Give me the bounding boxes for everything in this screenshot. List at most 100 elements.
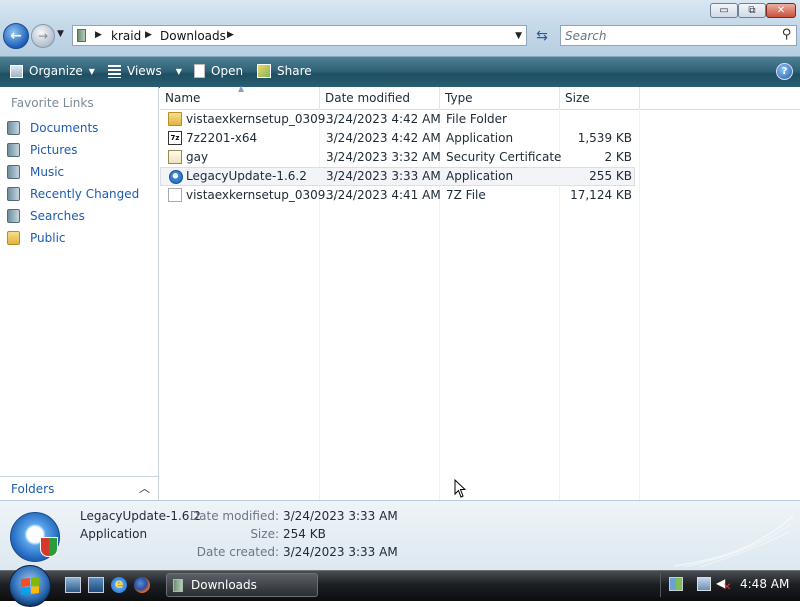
details-file-type: Application bbox=[80, 527, 148, 541]
file-date-modified: 3/24/2023 3:32 AM bbox=[326, 150, 441, 164]
legacy-update-icon bbox=[169, 170, 183, 184]
refresh-icon: ⇆ bbox=[536, 28, 548, 44]
column-header-name[interactable]: ▲ Name bbox=[160, 84, 320, 109]
favorite-link-public[interactable]: Public bbox=[7, 229, 66, 247]
file-type: Security Certificate bbox=[446, 150, 562, 164]
file-size: 255 KB bbox=[589, 169, 632, 183]
address-bar[interactable]: ▶ kraid ▶ Downloads ▶ ▼ bbox=[72, 25, 527, 46]
clock[interactable]: 4:48 AM bbox=[740, 577, 789, 591]
navigation-pane: Favorite Links Documents Pictures Music … bbox=[0, 87, 159, 500]
close-button[interactable]: ✕ bbox=[766, 3, 796, 18]
views-label: Views bbox=[127, 64, 162, 78]
favorite-link-searches[interactable]: Searches bbox=[7, 207, 85, 225]
forward-button[interactable]: → bbox=[31, 24, 55, 48]
file-date-modified: 3/24/2023 4:41 AM bbox=[326, 188, 441, 202]
search-input[interactable] bbox=[565, 28, 765, 43]
details-date-created-label: Date created: bbox=[196, 545, 279, 559]
column-header-label: Type bbox=[445, 91, 473, 105]
help-button[interactable]: ? bbox=[776, 63, 793, 80]
show-desktop-icon[interactable] bbox=[65, 577, 81, 593]
search-box[interactable]: ⚲ bbox=[560, 25, 797, 46]
favorite-link-label: Searches bbox=[30, 209, 85, 223]
internet-explorer-icon[interactable]: e bbox=[111, 577, 127, 593]
file-row[interactable]: gay 3/24/2023 3:32 AM Security Certifica… bbox=[160, 148, 635, 167]
file-type: Application bbox=[446, 131, 514, 145]
favorite-link-recently-changed[interactable]: Recently Changed bbox=[7, 185, 139, 203]
command-bar: Organize ▼ Views ▼ Open Share bbox=[0, 56, 800, 88]
open-file-icon bbox=[194, 64, 205, 78]
chevron-up-icon[interactable]: ︿ bbox=[139, 480, 150, 496]
breadcrumb-separator-icon[interactable]: ▶ bbox=[95, 30, 102, 40]
details-size: 254 KB bbox=[283, 527, 326, 541]
favorite-link-documents[interactable]: Documents bbox=[7, 119, 98, 137]
column-header-label: Date modified bbox=[325, 91, 411, 105]
action-center-flag-icon[interactable] bbox=[669, 577, 683, 591]
start-button[interactable] bbox=[9, 565, 51, 607]
music-icon bbox=[7, 165, 20, 179]
taskbar-button-label: Downloads bbox=[191, 578, 257, 592]
file-name: 7z2201-x64 bbox=[186, 131, 258, 145]
pictures-icon bbox=[7, 143, 20, 157]
favorite-link-pictures[interactable]: Pictures bbox=[7, 141, 78, 159]
breadcrumb-downloads[interactable]: Downloads bbox=[160, 29, 226, 43]
back-button[interactable]: ← bbox=[3, 23, 29, 49]
favorite-link-label: Pictures bbox=[30, 143, 78, 157]
maximize-button[interactable]: ⧉ bbox=[738, 3, 766, 18]
explorer-folder-icon bbox=[173, 579, 183, 592]
column-header-date-modified[interactable]: Date modified bbox=[320, 87, 440, 109]
organize-button[interactable]: Organize ▼ bbox=[10, 64, 95, 78]
file-type: Application bbox=[446, 169, 514, 183]
taskbar-button-downloads[interactable]: Downloads bbox=[166, 573, 318, 597]
search-icon[interactable]: ⚲ bbox=[782, 27, 792, 42]
title-bar: ▭ ⧉ ✕ ← → ▼ ▶ kraid ▶ Downloads ▶ ▼ ⇆ ⚲ bbox=[0, 0, 800, 56]
chevron-down-icon: ▼ bbox=[175, 66, 182, 76]
details-date-modified: 3/24/2023 3:33 AM bbox=[283, 509, 398, 523]
share-button[interactable]: Share bbox=[257, 64, 312, 78]
file-date-modified: 3/24/2023 4:42 AM bbox=[326, 131, 441, 145]
file-row[interactable]: vistaexkernsetup_0309... 3/24/2023 4:42 … bbox=[160, 110, 635, 129]
file-size: 1,539 KB bbox=[577, 131, 632, 145]
file-size: 17,124 KB bbox=[570, 188, 632, 202]
switch-windows-icon[interactable] bbox=[88, 577, 104, 593]
address-dropdown-icon[interactable]: ▼ bbox=[515, 31, 522, 41]
minimize-icon: ▭ bbox=[719, 5, 729, 16]
firefox-icon[interactable] bbox=[134, 577, 150, 593]
views-button[interactable]: Views ▼ bbox=[108, 64, 182, 78]
folders-bar[interactable]: Folders ︿ bbox=[0, 476, 158, 500]
open-label: Open bbox=[211, 64, 244, 78]
details-size-label: Size: bbox=[250, 527, 279, 541]
file-size: 2 KB bbox=[604, 150, 632, 164]
column-divider bbox=[639, 109, 640, 500]
network-icon[interactable] bbox=[697, 577, 711, 591]
column-header-size[interactable]: Size bbox=[560, 87, 640, 109]
certificate-icon bbox=[168, 150, 182, 164]
help-icon: ? bbox=[781, 66, 788, 77]
folder-icon bbox=[77, 29, 86, 42]
file-row-selected[interactable]: LegacyUpdate-1.6.2 3/24/2023 3:33 AM App… bbox=[160, 167, 635, 186]
breadcrumb-separator-icon[interactable]: ▶ bbox=[145, 30, 152, 40]
file-list: ▲ Name Date modified Type Size vistaexke… bbox=[160, 84, 800, 500]
file-name: vistaexkernsetup_0309... bbox=[186, 188, 337, 202]
mute-icon: ✕ bbox=[723, 582, 732, 593]
details-date-created: 3/24/2023 3:33 AM bbox=[283, 545, 398, 559]
recently-changed-icon bbox=[7, 187, 20, 201]
minimize-button[interactable]: ▭ bbox=[710, 3, 738, 18]
favorite-link-label: Music bbox=[30, 165, 65, 179]
open-button[interactable]: Open bbox=[194, 64, 243, 78]
sort-ascending-icon: ▲ bbox=[238, 84, 245, 93]
file-row[interactable]: 7z 7z2201-x64 3/24/2023 4:42 AM Applicat… bbox=[160, 129, 635, 148]
file-icon bbox=[168, 188, 182, 202]
breadcrumb-kraid[interactable]: kraid bbox=[111, 29, 141, 43]
favorite-link-label: Public bbox=[30, 231, 66, 245]
decorative-swoosh bbox=[675, 515, 794, 568]
column-header-label: Size bbox=[565, 91, 590, 105]
refresh-button[interactable]: ⇆ bbox=[531, 26, 553, 46]
folder-icon bbox=[168, 112, 182, 126]
file-type: File Folder bbox=[446, 112, 507, 126]
breadcrumb-separator-icon[interactable]: ▶ bbox=[227, 30, 234, 40]
recent-pages-dropdown-icon[interactable]: ▼ bbox=[57, 29, 64, 39]
favorite-link-label: Recently Changed bbox=[30, 187, 140, 201]
favorite-link-music[interactable]: Music bbox=[7, 163, 64, 181]
file-row[interactable]: vistaexkernsetup_0309... 3/24/2023 4:41 … bbox=[160, 186, 635, 205]
column-header-type[interactable]: Type bbox=[440, 87, 560, 109]
